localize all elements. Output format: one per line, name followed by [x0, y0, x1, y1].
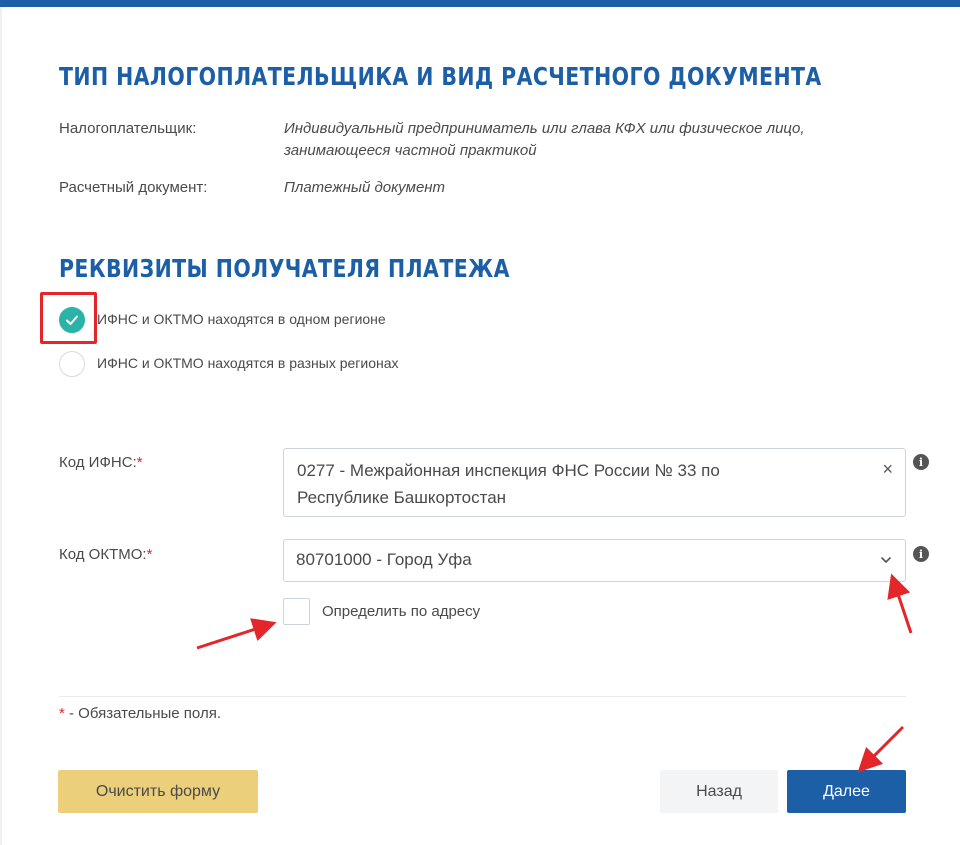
- close-icon[interactable]: ×: [882, 459, 893, 480]
- radio-option-diff-region[interactable]: ИФНС и ОКТМО находятся в разных регионах: [59, 351, 399, 377]
- arrow-annotation: [857, 725, 905, 773]
- ifns-value-line2: Республике Башкортостан: [297, 488, 507, 507]
- required-mark: *: [146, 546, 153, 563]
- chevron-down-icon[interactable]: [879, 553, 893, 567]
- top-accent-bar: [0, 0, 960, 7]
- oktmo-label: Код ОКТМО:*: [59, 546, 152, 563]
- by-address-checkbox[interactable]: [283, 598, 310, 625]
- section-title-taxpayer-type: ТИП НАЛОГОПЛАТЕЛЬЩИКА И ВИД РАСЧЕТНОГО Д…: [59, 62, 822, 91]
- annotation-highlight-box: [40, 292, 97, 344]
- taxpayer-value-line2: занимающееся частной практикой: [284, 142, 537, 159]
- ifns-label: Код ИФНС:*: [59, 454, 143, 471]
- oktmo-select-value: 80701000 - Город Уфа: [296, 550, 472, 569]
- required-mark: *: [136, 454, 143, 471]
- taxpayer-value: Индивидуальный предприниматель или глава…: [284, 118, 864, 162]
- divider: [59, 696, 906, 697]
- clear-form-button[interactable]: Очистить форму: [58, 770, 258, 813]
- section-title-recipient: РЕКВИЗИТЫ ПОЛУЧАТЕЛЯ ПЛАТЕЖА: [59, 254, 510, 283]
- info-icon[interactable]: i: [913, 454, 929, 470]
- radio-diff-region-label: ИФНС и ОКТМО находятся в разных регионах: [97, 355, 399, 371]
- next-button[interactable]: Далее: [787, 770, 906, 813]
- required-fields-note-text: - Обязательные поля.: [64, 705, 221, 722]
- oktmo-select[interactable]: 80701000 - Город Уфа: [283, 539, 906, 582]
- left-border: [0, 7, 2, 845]
- back-button[interactable]: Назад: [660, 770, 778, 813]
- arrow-annotation: [887, 573, 913, 634]
- document-label: Расчетный документ:: [59, 179, 208, 196]
- taxpayer-label: Налогоплательщик:: [59, 120, 197, 137]
- required-fields-note: * - Обязательные поля.: [59, 705, 221, 722]
- taxpayer-value-line1: Индивидуальный предприниматель или глава…: [284, 120, 805, 137]
- radio-same-region-label: ИФНС и ОКТМО находятся в одном регионе: [97, 311, 386, 327]
- by-address-label[interactable]: Определить по адресу: [322, 603, 480, 620]
- info-icon[interactable]: i: [913, 546, 929, 562]
- oktmo-label-text: Код ОКТМО:: [59, 546, 147, 563]
- ifns-select-value: 0277 - Межрайонная инспекция ФНС России …: [297, 457, 857, 511]
- document-value: Платежный документ: [284, 179, 446, 196]
- ifns-value-line1: 0277 - Межрайонная инспекция ФНС России …: [297, 461, 720, 480]
- ifns-label-text: Код ИФНС:: [59, 454, 137, 471]
- arrow-annotation: [196, 618, 277, 650]
- ifns-select[interactable]: 0277 - Межрайонная инспекция ФНС России …: [283, 448, 906, 517]
- radio-diff-region[interactable]: [59, 351, 85, 377]
